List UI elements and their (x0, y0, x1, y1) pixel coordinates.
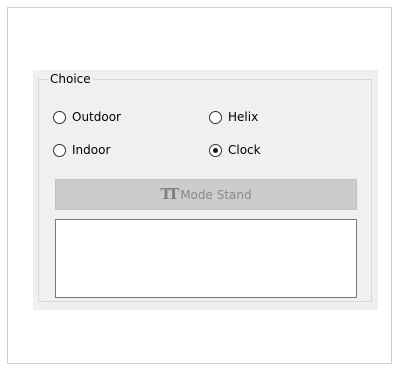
radio-clock[interactable]: Clock (209, 141, 261, 159)
radio-label: Indoor (72, 143, 111, 157)
radio-label: Outdoor (72, 110, 121, 124)
radio-button[interactable] (53, 110, 66, 124)
radio-button[interactable] (209, 143, 222, 157)
radio-button[interactable] (209, 110, 222, 124)
text-area[interactable] (55, 219, 357, 298)
radio-outdoor[interactable]: Outdoor (53, 108, 121, 126)
choice-panel: Choice Outdoor Helix Indoor Clock TT Mod… (33, 70, 378, 310)
choice-groupbox: Choice Outdoor Helix Indoor Clock TT Mod… (38, 72, 372, 302)
radio-selected-dot (213, 147, 218, 153)
mode-stand-label: Mode Stand (180, 187, 252, 202)
text-tt-icon: TT (160, 184, 179, 203)
radio-indoor[interactable]: Indoor (53, 141, 110, 159)
radio-label: Clock (228, 143, 261, 157)
radio-button[interactable] (53, 143, 66, 157)
radio-helix[interactable]: Helix (209, 108, 258, 126)
mode-stand-button[interactable]: TT Mode Stand (55, 179, 357, 210)
radio-label: Helix (228, 110, 259, 124)
group-title: Choice (48, 72, 93, 86)
